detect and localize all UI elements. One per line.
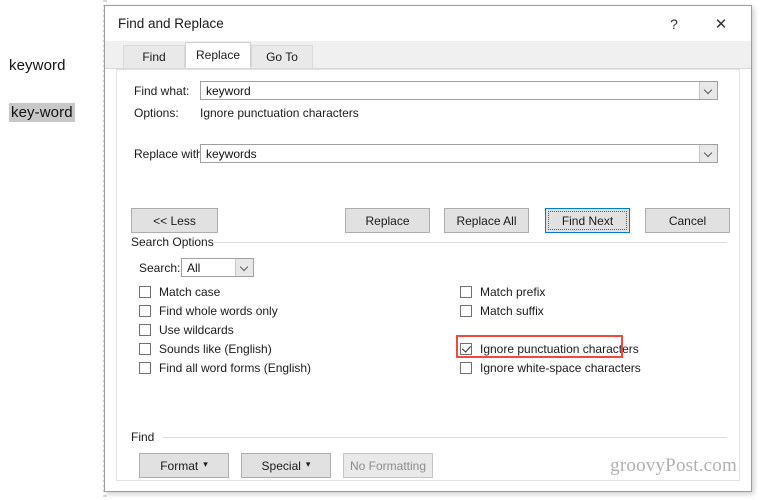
tab-find[interactable]: Find	[123, 45, 185, 68]
dialog-title: Find and Replace	[118, 16, 224, 31]
format-button-label: Format	[160, 458, 199, 473]
checkbox-label: Ignore white-space characters	[480, 360, 641, 375]
checkbox-use-wildcards[interactable]: Use wildcards	[139, 321, 234, 338]
focus-ring	[548, 211, 627, 230]
find-and-replace-dialog: Find and Replace ? ✕ Find Replace Go To …	[104, 5, 752, 492]
find-what-input[interactable]: keyword	[200, 81, 718, 100]
checkbox-ignore-white-space-characters[interactable]: Ignore white-space characters	[460, 359, 641, 376]
format-button[interactable]: Format ▾	[139, 453, 229, 478]
document-text-key-word-selected: key-word	[9, 103, 75, 122]
checkbox-box[interactable]	[139, 323, 151, 336]
chevron-down-icon	[705, 87, 712, 94]
checkbox-label: Match case	[159, 284, 221, 299]
less-button[interactable]: << Less	[131, 208, 218, 233]
checkbox-box[interactable]	[460, 361, 472, 374]
special-button-label: Special	[261, 458, 301, 473]
replace-with-dropdown-arrow[interactable]	[699, 145, 717, 162]
cancel-button-label: Cancel	[668, 213, 707, 228]
tab-replace[interactable]: Replace	[185, 42, 251, 68]
options-label: Options:	[134, 106, 179, 120]
checkbox-box[interactable]	[460, 285, 472, 298]
replace-button-label: Replace	[365, 213, 410, 228]
tab-find-label: Find	[142, 50, 166, 64]
tab-replace-label: Replace	[195, 48, 241, 62]
checkbox-box[interactable]	[139, 285, 151, 298]
checkbox-sounds-like[interactable]: Sounds like (English)	[139, 340, 272, 357]
checkbox-box[interactable]	[460, 304, 472, 317]
tab-go-to-label: Go To	[266, 50, 298, 64]
replace-with-input[interactable]: keywords	[200, 144, 718, 163]
checkbox-label: Use wildcards	[159, 322, 234, 337]
help-icon[interactable]: ?	[654, 10, 694, 37]
document-text-keyword: keyword	[9, 57, 66, 74]
checkbox-box[interactable]	[139, 342, 151, 355]
checkbox-find-whole-words-only[interactable]: Find whole words only	[139, 302, 278, 319]
chevron-down-icon: ▾	[305, 459, 311, 469]
search-options-group-divider	[213, 242, 727, 243]
tab-go-to[interactable]: Go To	[251, 45, 313, 68]
checkbox-label: Match prefix	[480, 284, 546, 299]
checkbox-match-case[interactable]: Match case	[139, 283, 220, 300]
checkbox-find-all-word-forms[interactable]: Find all word forms (English)	[139, 359, 311, 376]
find-group-title: Find	[131, 430, 160, 444]
replace-with-label: Replace with:	[134, 147, 207, 161]
replace-all-button-label: Replace All	[456, 213, 517, 228]
replace-with-value: keywords	[206, 147, 257, 161]
search-scope-dropdown-arrow[interactable]	[235, 259, 253, 276]
find-what-dropdown-arrow[interactable]	[699, 82, 717, 99]
checkbox-box[interactable]	[139, 304, 151, 317]
cancel-button[interactable]: Cancel	[645, 208, 730, 233]
replace-tab-panel: Find what: keyword Options: Ignore punct…	[116, 69, 740, 481]
options-value: Ignore punctuation characters	[200, 106, 359, 120]
close-icon[interactable]: ✕	[701, 10, 741, 37]
find-what-value: keyword	[206, 84, 251, 98]
replace-all-button[interactable]: Replace All	[444, 208, 529, 233]
no-formatting-button: No Formatting	[343, 453, 433, 478]
find-next-button[interactable]: Find Next	[545, 208, 630, 233]
search-scope-value: All	[187, 261, 201, 275]
special-button[interactable]: Special ▾	[241, 453, 331, 478]
chevron-down-icon	[705, 150, 712, 157]
checkbox-box[interactable]	[139, 361, 151, 374]
checkbox-label: Find whole words only	[159, 303, 278, 318]
search-options-group-title: Search Options	[131, 235, 219, 249]
find-group-divider	[163, 437, 727, 438]
dialog-tabstrip: Find Replace Go To	[105, 41, 751, 69]
less-button-label: << Less	[153, 213, 196, 228]
annotation-highlight-rectangle	[456, 335, 623, 358]
checkbox-label: Find all word forms (English)	[159, 360, 312, 375]
find-what-label: Find what:	[134, 84, 190, 98]
watermark: groovyPost.com	[610, 455, 737, 476]
chevron-down-icon: ▾	[203, 459, 208, 469]
dialog-titlebar[interactable]: Find and Replace ? ✕	[105, 6, 751, 41]
checkbox-label: Sounds like (English)	[159, 341, 272, 356]
no-formatting-button-label: No Formatting	[349, 458, 427, 473]
search-scope-label: Search:	[139, 261, 181, 275]
checkbox-match-prefix[interactable]: Match prefix	[460, 283, 545, 300]
checkbox-match-suffix[interactable]: Match suffix	[460, 302, 544, 319]
chevron-down-icon	[241, 264, 248, 271]
checkbox-label: Match suffix	[480, 303, 544, 318]
search-scope-select[interactable]: All	[181, 258, 254, 277]
replace-button[interactable]: Replace	[345, 208, 430, 233]
